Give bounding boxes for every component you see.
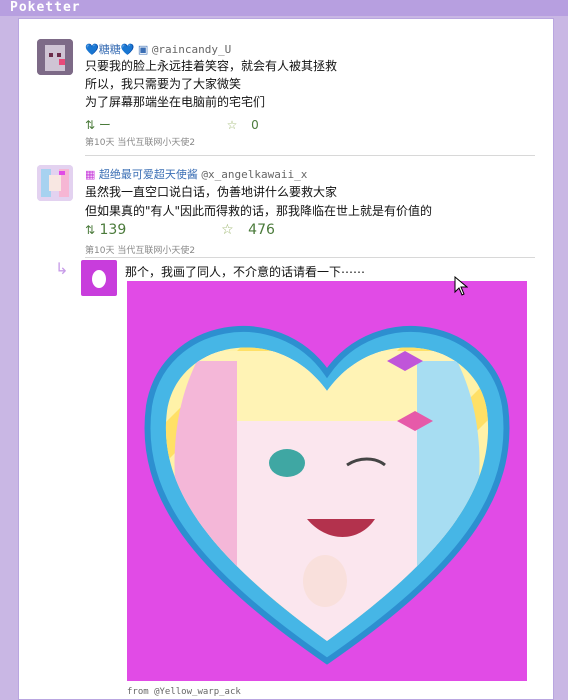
star-icon[interactable]: ☆ — [227, 118, 238, 132]
verified-icon: ▣ — [137, 43, 149, 56]
author-handle[interactable]: @raincandy_U — [152, 43, 231, 56]
divider — [85, 155, 535, 156]
divider — [85, 257, 535, 258]
heart-illustration — [144, 326, 510, 665]
retweet-count: 139 — [99, 222, 127, 238]
title-bar: Poketter — [0, 0, 568, 16]
post-text-line: 只要我的脸上永远挂着笑容，就会有人被其拯救 — [85, 59, 338, 73]
like-count: 0 — [251, 118, 259, 132]
retweet-icon[interactable]: ⇅ — [85, 118, 95, 132]
timeline-panel[interactable]: 💙糖糖💙 ▣ @raincandy_U 只要我的脸上永远挂着笑容，就会有人被其拯… — [18, 18, 554, 700]
avatar-image — [37, 39, 73, 75]
star-icon[interactable]: ☆ — [221, 222, 234, 238]
post-text-line: 所以，我只需要为了大家微笑 — [85, 77, 242, 91]
avatar[interactable] — [37, 165, 73, 201]
retweet-icon[interactable]: ⇅ — [85, 223, 95, 237]
reply-text: 那个，我画了同人，不介意的话请看一下⋯⋯ — [125, 265, 366, 279]
attached-image[interactable] — [127, 281, 527, 681]
retweet-count: ー — [98, 118, 111, 132]
avatar-image — [37, 165, 73, 201]
like-count: 476 — [248, 222, 275, 238]
avatar[interactable] — [37, 39, 73, 75]
author-line: 💙糖糖💙 ▣ @raincandy_U — [85, 41, 231, 57]
post-stats: ⇅ 139 ☆ 476 — [85, 222, 275, 238]
author-line: ▦ 超绝最可爱超天使酱 @x_angelkawaii_x — [85, 166, 307, 182]
post-text-line: 但如果真的"有人"因此而得救的话，那我降临在世上就是有价值的 — [85, 204, 433, 218]
author-handle[interactable]: @x_angelkawaii_x — [201, 168, 307, 181]
author-name[interactable]: 💙糖糖💙 — [85, 43, 134, 56]
egg-icon — [92, 270, 106, 288]
post-stats: ⇅ ー ☆ 0 — [85, 116, 259, 133]
mouse-cursor-icon — [454, 275, 469, 300]
post-meta: 第10天 当代互联网小天使2 — [85, 246, 196, 256]
image-credit: from @Yellow_warp_ack — [127, 687, 241, 697]
reply-avatar[interactable] — [81, 260, 117, 296]
app-title: Poketter — [10, 0, 81, 15]
post-meta: 第10天 当代互联网小天使2 — [85, 138, 196, 148]
author-name[interactable]: 超绝最可爱超天使酱 — [99, 168, 198, 181]
post-text-line: 虽然我一直空口说白话，伪善地讲什么要救大家 — [85, 185, 338, 199]
post-text-line: 为了屏幕那端坐在电脑前的宅宅们 — [85, 95, 266, 109]
reply-arrow-icon: ↳ — [55, 259, 69, 278]
heart-icon: ▦ — [85, 168, 96, 181]
